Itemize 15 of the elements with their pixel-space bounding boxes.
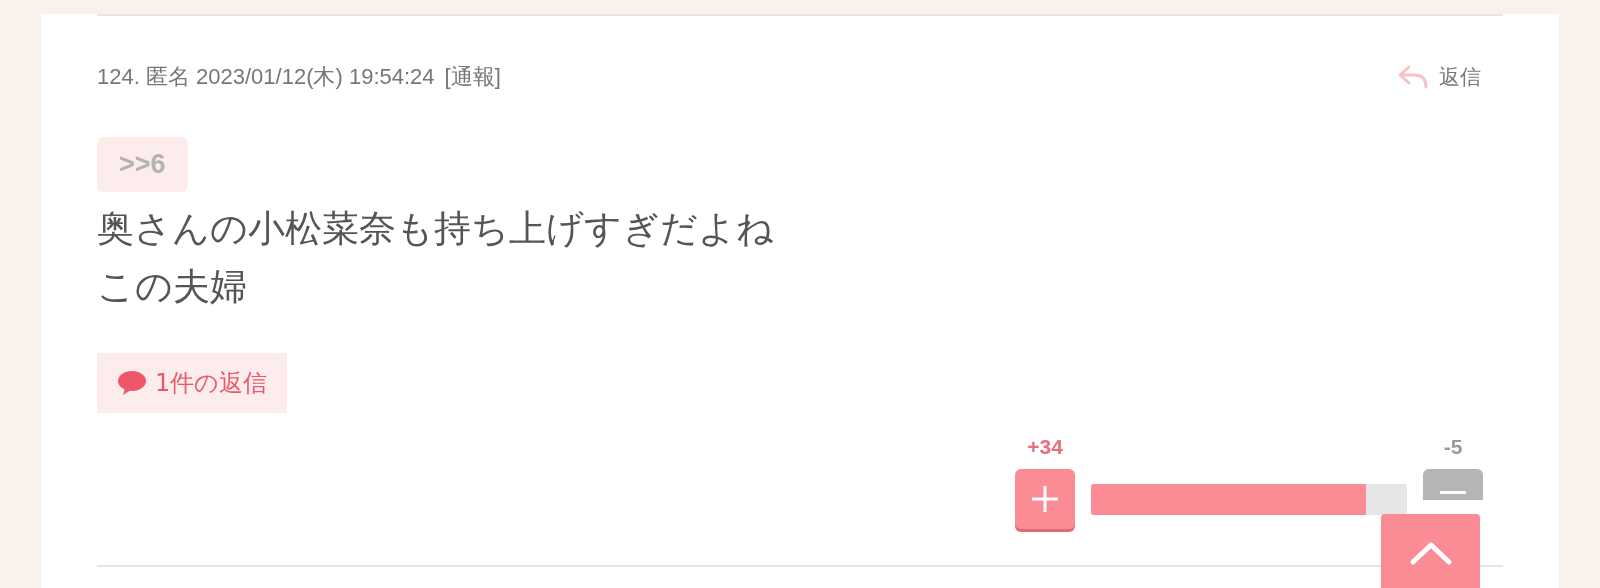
- plus-button[interactable]: [1015, 469, 1075, 529]
- replies-link[interactable]: 1件の返信: [97, 353, 288, 413]
- reply-arrow-icon: [1397, 64, 1429, 90]
- plus-icon: [1030, 484, 1060, 514]
- report-link[interactable]: [通報]: [444, 62, 501, 92]
- reply-link[interactable]: 返信: [1397, 63, 1481, 91]
- chevron-up-icon: [1408, 540, 1453, 566]
- speech-bubble-icon: [117, 370, 147, 396]
- plus-count: +34: [1026, 435, 1064, 459]
- scroll-to-top-button[interactable]: [1381, 514, 1480, 588]
- minus-icon: [1440, 491, 1466, 494]
- minus-count: -5: [1442, 435, 1464, 459]
- post-header: 124. 匿名 2023/01/12(木) 19:54:24: [97, 63, 435, 91]
- minus-button[interactable]: [1423, 469, 1483, 500]
- comment-text: 奥さんの小松菜奈も持ち上げすぎだよね この夫婦: [97, 206, 775, 310]
